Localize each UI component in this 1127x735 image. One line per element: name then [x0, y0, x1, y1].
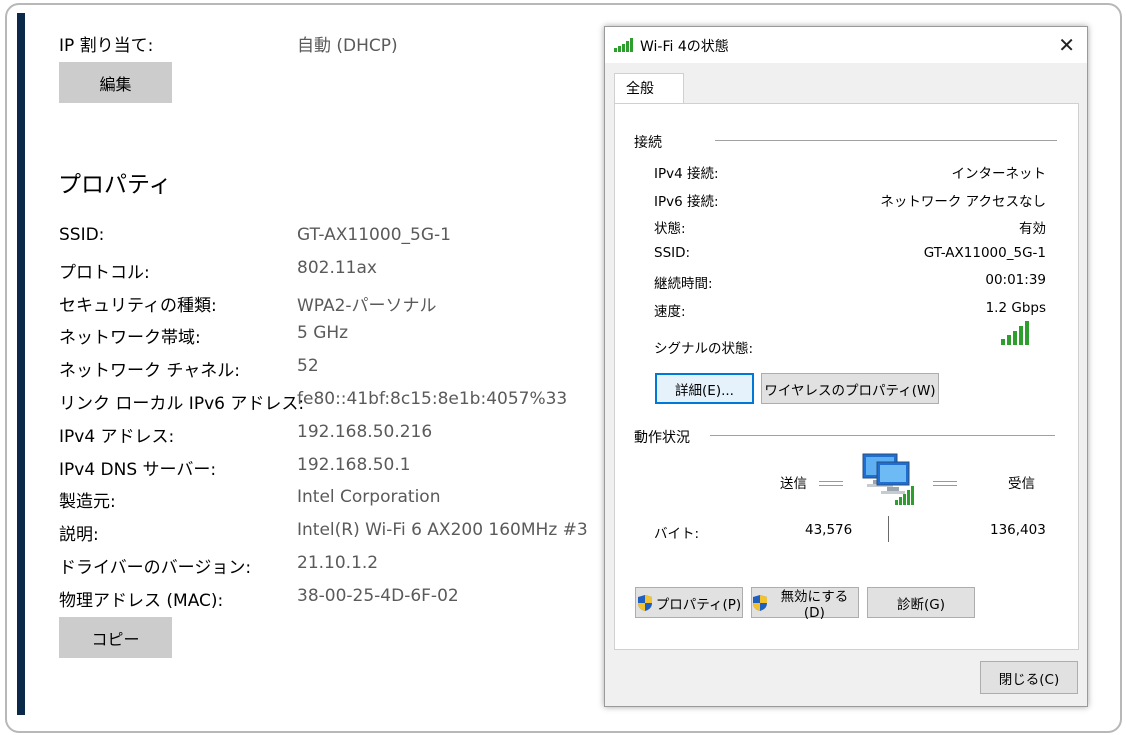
connection-label: IPv4 接続:	[654, 166, 719, 182]
property-label: プロトコル:	[59, 263, 150, 283]
connection-value: 1.2 Gbps	[985, 300, 1046, 316]
ip-assign-label: IP 割り当て:	[59, 36, 154, 56]
uac-shield-icon	[637, 594, 652, 611]
disable-button-label: 無効にする(D)	[780, 588, 849, 621]
property-value: GT-AX11000_5G-1	[297, 225, 451, 245]
wireless-properties-button[interactable]: ワイヤレスのプロパティ(W)	[761, 373, 939, 404]
property-label: 物理アドレス (MAC):	[59, 591, 224, 611]
property-label: 製造元:	[59, 492, 116, 512]
property-label: IPv4 アドレス:	[59, 427, 175, 447]
copy-button[interactable]: コピー	[59, 617, 172, 658]
tab-general[interactable]: 全般	[614, 73, 684, 104]
property-label: ドライバーのバージョン:	[59, 558, 252, 578]
edit-button[interactable]: 編集	[59, 62, 172, 103]
connection-value: GT-AX11000_5G-1	[923, 245, 1046, 261]
property-value: Intel Corporation	[297, 487, 441, 507]
connection-value: 有効	[1019, 221, 1046, 237]
property-value: fe80::41bf:8c15:8e1b:4057%33	[297, 389, 568, 409]
connection-label: 速度:	[654, 304, 686, 320]
bytes-divider	[888, 516, 889, 542]
general-panel: 接続 IPv4 接続: インターネット IPv6 接続: ネットワーク アクセスなし状…	[614, 103, 1079, 650]
property-value: 52	[297, 356, 319, 376]
disable-button[interactable]: 無効にする(D)	[751, 587, 859, 621]
property-value: 802.11ax	[297, 258, 377, 278]
received-line	[933, 481, 957, 486]
signal-label: シグナルの状態:	[654, 341, 754, 357]
diagnose-button[interactable]: 診断(G)	[867, 587, 975, 618]
dialog-titlebar[interactable]: Wi-Fi 4の状態 ✕	[605, 27, 1087, 63]
bytes-label: バイト:	[654, 526, 700, 542]
connection-value: ネットワーク アクセスなし	[880, 194, 1046, 210]
ip-assign-value: 自動 (DHCP)	[297, 36, 398, 56]
network-computers-icon	[862, 453, 914, 505]
wifi-signal-icon	[614, 38, 633, 52]
connection-group-label: 接続	[634, 132, 662, 152]
property-value: Intel(R) Wi-Fi 6 AX200 160MHz #3	[297, 520, 588, 540]
signal-strength-icon	[1001, 321, 1029, 345]
properties-title: プロパティ	[58, 172, 172, 198]
activity-group-line	[710, 435, 1055, 436]
uac-shield-icon	[753, 594, 767, 611]
sent-line	[819, 481, 843, 486]
connection-value: 00:01:39	[985, 272, 1046, 288]
properties-button-label: プロパティ(P)	[655, 596, 742, 613]
property-label: IPv4 DNS サーバー:	[59, 460, 217, 480]
connection-value: インターネット	[951, 166, 1047, 182]
bytes-received-value: 136,403	[990, 522, 1046, 538]
connection-label: SSID:	[654, 245, 691, 261]
property-label: 説明:	[59, 525, 99, 545]
activity-group-label: 動作状況	[634, 427, 690, 447]
details-button[interactable]: 詳細(E)...	[655, 373, 754, 404]
close-icon[interactable]: ✕	[1058, 33, 1075, 57]
received-label: 受信	[1008, 476, 1035, 492]
property-value: 21.10.1.2	[297, 553, 379, 573]
property-value: 38-00-25-4D-6F-02	[297, 586, 459, 606]
dialog-title: Wi-Fi 4の状態	[640, 39, 729, 55]
connection-label: 状態:	[654, 221, 686, 237]
property-label: SSID:	[59, 225, 105, 245]
property-label: ネットワーク チャネル:	[59, 361, 240, 381]
close-button[interactable]: 閉じる(C)	[980, 661, 1078, 694]
connection-group-line	[715, 140, 1057, 141]
wifi-status-dialog: Wi-Fi 4の状態 ✕ 全般 接続 IPv4 接続: インターネット IPv6 接…	[604, 26, 1088, 707]
connection-label: 継続時間:	[654, 276, 713, 292]
property-value: 192.168.50.1	[297, 455, 411, 475]
settings-page: IP 割り当て: 自動 (DHCP) 編集 プロパティ SSID: GT-AX11…	[7, 5, 607, 731]
property-label: リンク ローカル IPv6 アドレス:	[59, 394, 305, 414]
property-label: ネットワーク帯域:	[59, 328, 201, 348]
property-label: セキュリティの種類:	[59, 296, 217, 316]
properties-button[interactable]: プロパティ(P)	[635, 587, 743, 618]
property-value: 5 GHz	[297, 323, 349, 343]
property-value: WPA2-パーソナル	[297, 296, 437, 316]
sent-label: 送信	[780, 476, 807, 492]
connection-label: IPv6 接続:	[654, 194, 719, 210]
property-value: 192.168.50.216	[297, 422, 433, 442]
bytes-sent-value: 43,576	[805, 522, 853, 538]
